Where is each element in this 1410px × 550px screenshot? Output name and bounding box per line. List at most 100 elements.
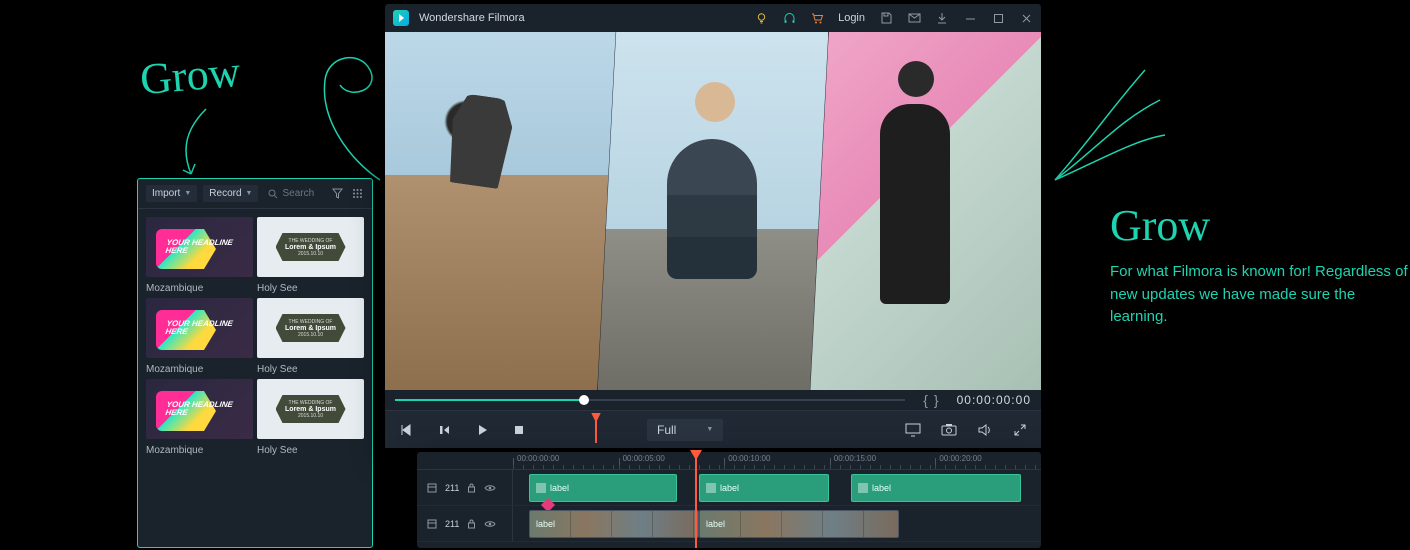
timeline-clip[interactable]: label bbox=[699, 474, 829, 502]
editor-window: Wondershare Filmora Login bbox=[385, 4, 1041, 448]
thumb-headline: YOUR HEADLINE HERE bbox=[165, 239, 253, 255]
track-body[interactable]: label label bbox=[513, 506, 1041, 541]
chevron-down-icon: ▼ bbox=[246, 190, 253, 197]
ruler-mark: 00:00:20:00 bbox=[939, 454, 981, 463]
ribbon-line: THE WEDDING OF bbox=[289, 400, 333, 406]
lock-icon[interactable] bbox=[467, 519, 476, 529]
media-item[interactable]: YOUR HEADLINE HERE Mozambique bbox=[146, 217, 253, 294]
ribbon-icon: THE WEDDING OF Lorem & Ipsum 2015.10.10 bbox=[276, 314, 346, 342]
timeline-clip[interactable]: label bbox=[851, 474, 1021, 502]
app-title: Wondershare Filmora bbox=[419, 12, 525, 24]
filter-icon[interactable] bbox=[330, 187, 344, 201]
media-item[interactable]: YOUR HEADLINE HERE Mozambique bbox=[146, 379, 253, 456]
track-header[interactable]: 211 bbox=[417, 506, 513, 541]
volume-icon[interactable] bbox=[977, 423, 993, 437]
media-item-label: Holy See bbox=[257, 283, 364, 294]
stop-button[interactable] bbox=[513, 424, 525, 436]
mark-out-button[interactable]: } bbox=[934, 392, 939, 408]
eye-icon[interactable] bbox=[484, 484, 496, 492]
ribbon-line: THE WEDDING OF bbox=[289, 238, 333, 244]
ruler-mark: 00:00:10:00 bbox=[728, 454, 770, 463]
track-number: 211 bbox=[445, 483, 459, 493]
login-button[interactable]: Login bbox=[838, 12, 865, 24]
scrubber-fill bbox=[395, 399, 584, 401]
thumb-headline: YOUR HEADLINE HERE bbox=[165, 401, 253, 417]
track-header[interactable]: 211 bbox=[417, 470, 513, 505]
annotation-grow-left: Grow bbox=[138, 46, 242, 106]
timecode-display: 00:00:00:00 bbox=[957, 393, 1031, 407]
resolution-label: Full bbox=[657, 423, 676, 437]
maximize-icon[interactable] bbox=[991, 11, 1005, 25]
film-icon bbox=[427, 483, 437, 493]
timeline-ruler[interactable]: 00:00:00:00 00:00:05:00 00:00:10:00 00:0… bbox=[417, 452, 1041, 470]
search-placeholder: Search bbox=[282, 188, 314, 199]
ribbon-line: 2015.10.10 bbox=[298, 413, 323, 419]
track-number: 211 bbox=[445, 519, 459, 529]
clip-icon bbox=[706, 483, 716, 493]
timeline-track: 211 label label bbox=[417, 506, 1041, 542]
minimize-icon[interactable] bbox=[963, 11, 977, 25]
grid-view-icon[interactable] bbox=[350, 187, 364, 201]
media-thumbnail: THE WEDDING OF Lorem & Ipsum 2015.10.10 bbox=[257, 379, 364, 439]
scrubber-knob[interactable] bbox=[579, 395, 589, 405]
playhead-marker-icon bbox=[589, 417, 603, 443]
preview-viewport[interactable] bbox=[385, 32, 1041, 390]
annotation-body: For what Filmora is known for! Regardles… bbox=[1110, 261, 1410, 329]
preview-slice bbox=[598, 32, 829, 390]
snapshot-icon[interactable] bbox=[941, 423, 957, 437]
download-icon[interactable] bbox=[935, 11, 949, 25]
search-icon bbox=[268, 189, 278, 199]
media-item[interactable]: THE WEDDING OF Lorem & Ipsum 2015.10.10 … bbox=[257, 298, 364, 375]
import-dropdown[interactable]: Import ▼ bbox=[146, 185, 197, 202]
timeline-clip[interactable]: label bbox=[699, 510, 899, 538]
timeline-panel: 00:00:00:00 00:00:05:00 00:00:10:00 00:0… bbox=[417, 452, 1041, 548]
headphones-icon[interactable] bbox=[782, 11, 796, 25]
fullscreen-icon[interactable] bbox=[1013, 423, 1027, 437]
eye-icon[interactable] bbox=[484, 520, 496, 528]
media-item-label: Holy See bbox=[257, 364, 364, 375]
preview-slice bbox=[385, 32, 616, 390]
swirl-icon bbox=[290, 40, 400, 190]
ribbon-line: Lorem & Ipsum bbox=[285, 244, 336, 251]
app-logo-icon bbox=[393, 10, 409, 26]
ruler-mark: 00:00:15:00 bbox=[834, 454, 876, 463]
media-item-label: Mozambique bbox=[146, 364, 253, 375]
timeline-playhead[interactable] bbox=[695, 452, 697, 548]
mark-in-button[interactable]: { bbox=[923, 392, 928, 408]
media-library-panel: Import ▼ Record ▼ Search YOUR HEADLIN bbox=[137, 178, 373, 548]
record-dropdown[interactable]: Record ▼ bbox=[203, 185, 258, 202]
prev-frame-button[interactable] bbox=[399, 423, 413, 437]
lightbulb-icon[interactable] bbox=[754, 11, 768, 25]
import-label: Import bbox=[152, 188, 180, 199]
close-icon[interactable] bbox=[1019, 11, 1033, 25]
chevron-down-icon: ▼ bbox=[184, 190, 191, 197]
ruler-mark: 00:00:05:00 bbox=[623, 454, 665, 463]
mail-icon[interactable] bbox=[907, 11, 921, 25]
track-body[interactable]: label label label bbox=[513, 470, 1041, 505]
annotation-right-block: Grow For what Filmora is known for! Rega… bbox=[1110, 200, 1410, 329]
ribbon-line: 2015.10.10 bbox=[298, 332, 323, 338]
search-input[interactable]: Search bbox=[264, 188, 324, 199]
display-icon[interactable] bbox=[905, 423, 921, 437]
media-item[interactable]: YOUR HEADLINE HERE Mozambique bbox=[146, 298, 253, 375]
ribbon-line: THE WEDDING OF bbox=[289, 319, 333, 325]
lock-icon[interactable] bbox=[467, 483, 476, 493]
resolution-dropdown[interactable]: Full ▼ bbox=[647, 419, 723, 441]
media-item-label: Mozambique bbox=[146, 283, 253, 294]
play-button[interactable] bbox=[475, 423, 489, 437]
playback-controls: Full ▼ bbox=[385, 410, 1041, 448]
cart-icon[interactable] bbox=[810, 11, 824, 25]
timeline-clip[interactable]: label bbox=[529, 510, 699, 538]
scrubber[interactable] bbox=[395, 399, 905, 401]
media-item-label: Mozambique bbox=[146, 445, 253, 456]
step-back-button[interactable] bbox=[437, 423, 451, 437]
timeline-clip[interactable]: label bbox=[529, 474, 677, 502]
save-icon[interactable] bbox=[879, 11, 893, 25]
media-item[interactable]: THE WEDDING OF Lorem & Ipsum 2015.10.10 … bbox=[257, 217, 364, 294]
progress-row: { } 00:00:00:00 bbox=[385, 390, 1041, 410]
ribbon-icon: THE WEDDING OF Lorem & Ipsum 2015.10.10 bbox=[276, 395, 346, 423]
spray-arrow-icon bbox=[1050, 50, 1170, 190]
media-item[interactable]: THE WEDDING OF Lorem & Ipsum 2015.10.10 … bbox=[257, 379, 364, 456]
media-thumbnail: YOUR HEADLINE HERE bbox=[146, 379, 253, 439]
annotation-grow-right: Grow bbox=[1110, 200, 1410, 251]
